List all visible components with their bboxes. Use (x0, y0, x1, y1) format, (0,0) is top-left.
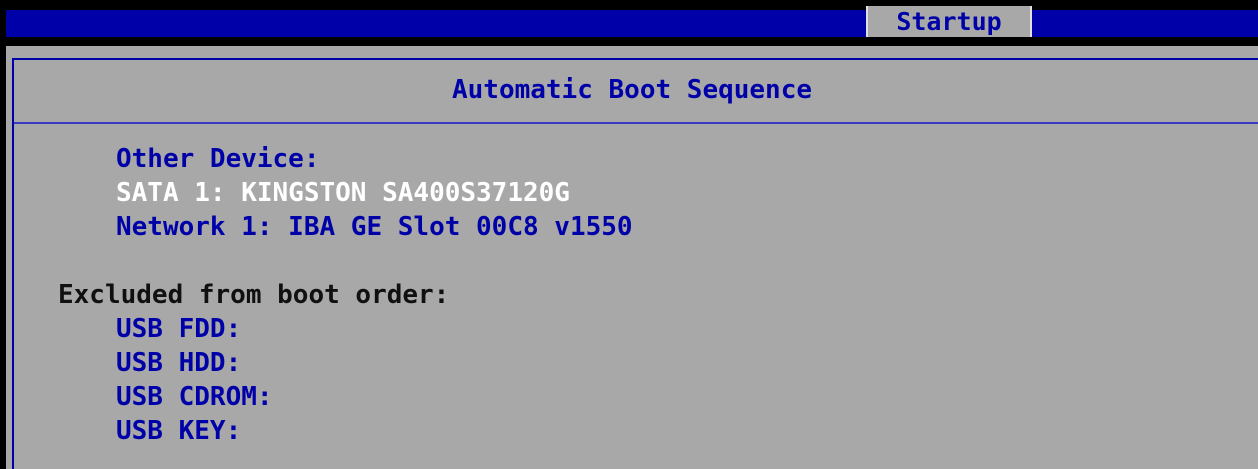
excluded-item-usb-fdd[interactable]: USB FDD: (116, 312, 241, 346)
panel-left-border (12, 58, 14, 469)
title-divider (14, 122, 1258, 124)
excluded-item-usb-cdrom[interactable]: USB CDROM: (116, 380, 273, 414)
tab-startup[interactable]: Startup (866, 6, 1032, 37)
menu-bar (6, 10, 1258, 37)
panel-title: Automatic Boot Sequence (451, 75, 813, 105)
boot-device-sata-1[interactable]: SATA 1: KINGSTON SA400S37120G (116, 176, 570, 210)
other-device-label: Other Device: (116, 144, 320, 174)
boot-sequence-panel: Automatic Boot Sequence Other Device: SA… (6, 46, 1258, 469)
boot-device-network-1[interactable]: Network 1: IBA GE Slot 00C8 v1550 (116, 210, 633, 244)
panel-top-border (12, 58, 1258, 60)
excluded-item-usb-hdd[interactable]: USB HDD: (116, 346, 241, 380)
excluded-item-usb-key[interactable]: USB KEY: (116, 414, 241, 448)
excluded-heading: Excluded from boot order: (58, 280, 450, 310)
